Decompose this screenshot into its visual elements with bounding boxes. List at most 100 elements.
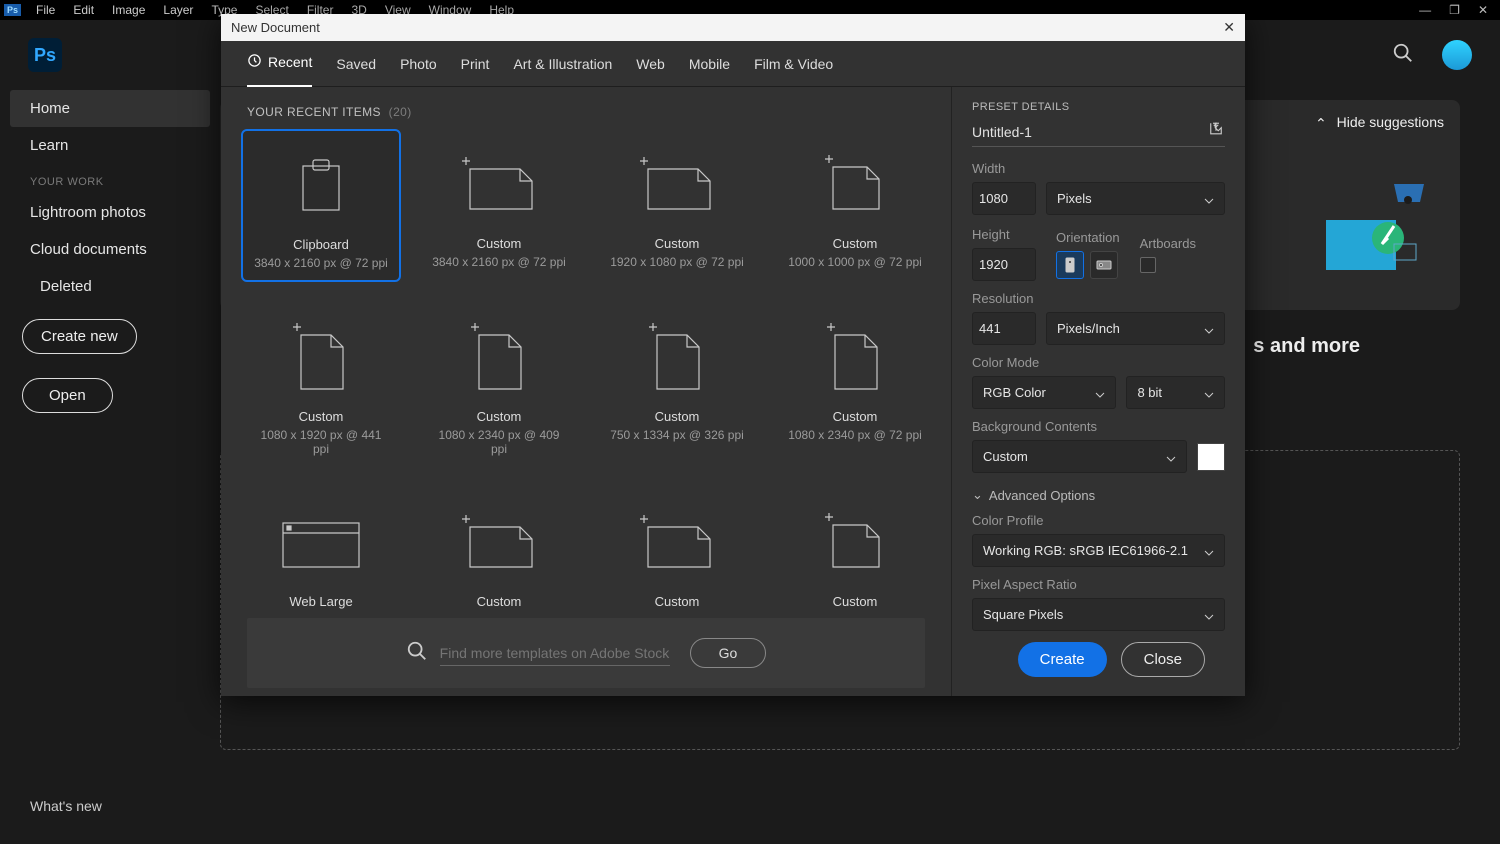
width-input[interactable] (972, 182, 1036, 215)
card-meta: 750 x 1334 px @ 326 ppi (610, 428, 744, 442)
menu-file[interactable]: File (27, 3, 64, 17)
chevron-down-icon (1095, 388, 1105, 398)
orientation-landscape-button[interactable] (1090, 251, 1118, 279)
preset-card[interactable]: Custom1080 x 2340 px @ 72 ppi (775, 302, 935, 467)
doc-land-icon (632, 508, 722, 578)
artboards-checkbox[interactable] (1140, 257, 1156, 273)
sidebar-item-deleted[interactable]: Deleted (0, 268, 220, 305)
avatar[interactable] (1442, 40, 1472, 70)
tab-recent[interactable]: Recent (247, 39, 312, 88)
preset-details-heading: PRESET DETAILS (972, 101, 1225, 113)
browser-icon (276, 508, 366, 578)
sidebar-item-home[interactable]: Home (10, 90, 210, 127)
window-restore-icon[interactable]: ❐ (1449, 3, 1460, 17)
chevron-up-icon: ⌄ (1315, 114, 1327, 131)
close-button[interactable]: Close (1121, 642, 1205, 677)
tab-film[interactable]: Film & Video (754, 42, 833, 86)
go-button[interactable]: Go (690, 638, 767, 668)
window-close-icon[interactable]: ✕ (1478, 3, 1488, 17)
bitdepth-select[interactable]: 8 bit (1126, 376, 1225, 409)
card-title: Custom (477, 236, 522, 251)
menu-edit[interactable]: Edit (64, 3, 103, 17)
preset-card[interactable]: Custom1080 x 2340 px @ 409 ppi (419, 302, 579, 467)
home-sidebar: Home Learn YOUR WORK Lightroom photos Cl… (0, 90, 220, 423)
card-title: Custom (655, 594, 700, 609)
preset-card[interactable]: Custom3840 x 2160 px @ 72 ppi (419, 129, 579, 282)
sidebar-item-whatsnew[interactable]: What's new (30, 798, 102, 814)
dialog-tabs: Recent Saved Photo Print Art & Illustrat… (221, 41, 1245, 87)
create-button[interactable]: Create (1018, 642, 1107, 677)
color-profile-label: Color Profile (972, 513, 1225, 528)
width-label: Width (972, 161, 1225, 176)
height-label: Height (972, 227, 1036, 242)
card-title: Custom (833, 236, 878, 251)
preset-card[interactable]: Custom1000 x 1000 px @ 72 ppi (775, 129, 935, 282)
tab-web[interactable]: Web (636, 42, 665, 86)
ps-badge: Ps (4, 4, 21, 16)
colormode-select[interactable]: RGB Color (972, 376, 1116, 409)
chevron-down-icon (1204, 324, 1214, 334)
tab-art[interactable]: Art & Illustration (513, 42, 612, 86)
preset-card[interactable]: Custom 750 x 1334 px @ 326 ppi (597, 302, 757, 467)
sidebar-item-learn[interactable]: Learn (0, 127, 220, 164)
window-minimize-icon[interactable]: — (1419, 3, 1431, 17)
suggestions-art (1316, 180, 1436, 280)
save-preset-icon[interactable] (1207, 121, 1225, 142)
preset-card[interactable]: Web Large (241, 487, 401, 618)
preset-card[interactable]: Custom1080 x 1920 px @ 441 ppi (241, 302, 401, 467)
card-meta: 1920 x 1080 px @ 72 ppi (610, 255, 744, 269)
card-title: Custom (655, 409, 700, 424)
tab-saved[interactable]: Saved (336, 42, 376, 86)
resolution-unit-select[interactable]: Pixels/Inch (1046, 312, 1225, 345)
doc-land-icon (632, 150, 722, 220)
pixel-aspect-select[interactable]: Square Pixels (972, 598, 1225, 631)
template-search-bar: Go (247, 618, 925, 688)
card-title: Clipboard (293, 237, 349, 252)
search-icon[interactable] (1392, 42, 1414, 69)
colormode-label: Color Mode (972, 355, 1225, 370)
search-icon (406, 640, 428, 667)
bg-label: Background Contents (972, 419, 1225, 434)
tab-mobile[interactable]: Mobile (689, 42, 730, 86)
preset-card[interactable]: Custom (775, 487, 935, 618)
bg-swatch[interactable] (1197, 443, 1225, 471)
menu-image[interactable]: Image (103, 3, 154, 17)
chevron-down-icon: ⌄ (972, 487, 983, 503)
dialog-close-icon[interactable]: ✕ (1223, 19, 1235, 36)
card-title: Custom (299, 409, 344, 424)
sidebar-item-lightroom[interactable]: Lightroom photos (0, 194, 220, 231)
card-meta: 3840 x 2160 px @ 72 ppi (254, 256, 388, 270)
menu-layer[interactable]: Layer (154, 3, 202, 17)
height-input[interactable] (972, 248, 1036, 281)
resolution-input[interactable] (972, 312, 1036, 345)
doc-port-icon (276, 323, 366, 393)
orientation-label: Orientation (1056, 230, 1120, 245)
bg-select[interactable]: Custom (972, 440, 1187, 473)
hide-suggestions-toggle[interactable]: ⌄Hide suggestions (1315, 114, 1444, 131)
card-title: Custom (477, 594, 522, 609)
preset-name-input[interactable] (972, 124, 1207, 140)
tab-photo[interactable]: Photo (400, 42, 437, 86)
card-meta: 1080 x 2340 px @ 72 ppi (788, 428, 922, 442)
preset-card[interactable]: Custom1920 x 1080 px @ 72 ppi (597, 129, 757, 282)
preset-card[interactable]: Clipboard 3840 x 2160 px @ 72 ppi (241, 129, 401, 282)
open-button[interactable]: Open (22, 378, 113, 413)
advanced-options-toggle[interactable]: ⌄Advanced Options (972, 487, 1225, 503)
width-unit-select[interactable]: Pixels (1046, 182, 1225, 215)
doc-port-icon (810, 323, 900, 393)
sidebar-item-cloud[interactable]: Cloud documents (0, 231, 220, 268)
doc-land-icon (454, 508, 544, 578)
orientation-portrait-button[interactable] (1056, 251, 1084, 279)
card-meta: 1080 x 2340 px @ 409 ppi (430, 428, 568, 456)
chevron-down-icon (1166, 452, 1176, 462)
create-new-button[interactable]: Create new (22, 319, 137, 354)
dialog-title-bar[interactable]: New Document ✕ (221, 14, 1245, 41)
clipboard-icon (276, 151, 366, 221)
tab-print[interactable]: Print (461, 42, 490, 86)
doc-sq-icon (810, 508, 900, 578)
preset-card[interactable]: Custom (597, 487, 757, 618)
preset-card[interactable]: Custom (419, 487, 579, 618)
color-profile-select[interactable]: Working RGB: sRGB IEC61966-2.1 (972, 534, 1225, 567)
doc-land-icon (454, 150, 544, 220)
template-search-input[interactable] (440, 641, 670, 666)
